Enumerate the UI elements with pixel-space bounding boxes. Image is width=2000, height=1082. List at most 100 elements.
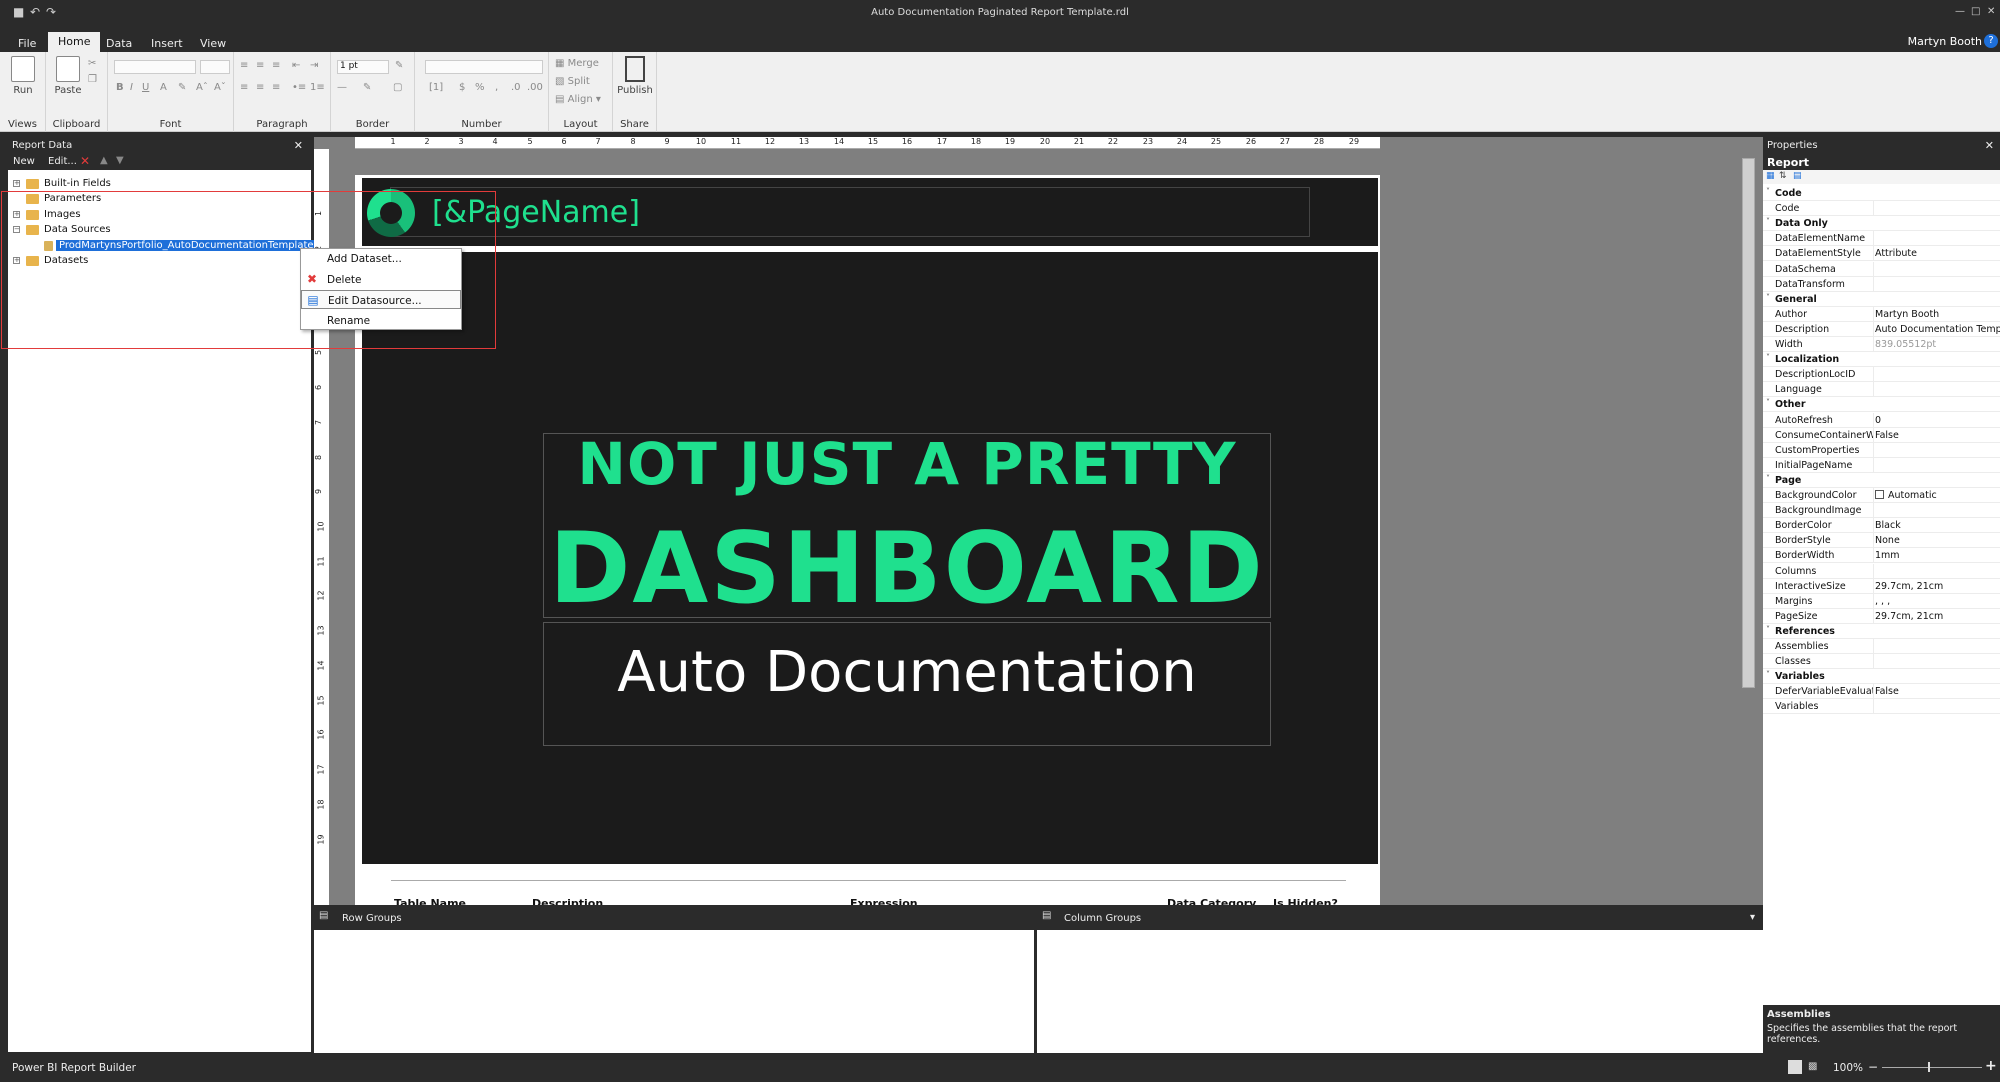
- percent-icon[interactable]: %: [475, 82, 485, 93]
- border-size-select[interactable]: 1 pt: [337, 60, 389, 74]
- tree-item-built-in-fields[interactable]: + Built-in Fields: [8, 177, 311, 192]
- property-row[interactable]: Code: [1763, 201, 2000, 217]
- property-row[interactable]: DataTransform: [1763, 276, 2000, 292]
- page-view-icon[interactable]: ▩: [1808, 1061, 1817, 1072]
- outdent-icon[interactable]: ⇥: [310, 60, 318, 71]
- paste-button[interactable]: Paste: [50, 56, 86, 96]
- zoom-slider-thumb[interactable]: [1928, 1062, 1930, 1072]
- collapse-icon[interactable]: ˅: [1766, 474, 1770, 483]
- property-row[interactable]: Description Auto Documentation Templa: [1763, 321, 2000, 337]
- highlight-icon[interactable]: ✎: [178, 82, 186, 93]
- property-value[interactable]: Attribute: [1875, 248, 2000, 259]
- collapse-icon[interactable]: ˅: [1766, 187, 1770, 196]
- edit-button[interactable]: Edit...: [48, 156, 77, 167]
- alphabetical-icon[interactable]: ⇅: [1779, 171, 1787, 181]
- property-value[interactable]: None: [1875, 535, 2000, 546]
- property-category[interactable]: ˅ Data Only: [1763, 216, 2000, 232]
- placeholder-icon[interactable]: [1]: [429, 82, 443, 93]
- collapse-icon[interactable]: ˅: [1766, 670, 1770, 679]
- currency-icon[interactable]: $: [459, 82, 465, 93]
- property-value[interactable]: Black: [1875, 520, 2000, 531]
- bold-icon[interactable]: B: [116, 82, 124, 93]
- number-format-select[interactable]: [425, 60, 543, 74]
- property-row[interactable]: Author Martyn Booth: [1763, 306, 2000, 322]
- property-row[interactable]: Columns: [1763, 563, 2000, 579]
- zoom-in-icon[interactable]: +: [1985, 1058, 1997, 1074]
- property-row[interactable]: Assemblies: [1763, 639, 2000, 654]
- grow-font-icon[interactable]: Aˆ: [196, 82, 208, 93]
- property-row[interactable]: DescriptionLocID: [1763, 367, 2000, 383]
- property-value[interactable]: Auto Documentation Templa: [1875, 324, 2000, 335]
- canvas-scrollbar[interactable]: [1742, 158, 1755, 688]
- property-value[interactable]: 0: [1875, 415, 2000, 426]
- zoom-slider[interactable]: [1882, 1067, 1982, 1068]
- run-button[interactable]: Run: [5, 56, 41, 96]
- font-family-select[interactable]: [114, 60, 196, 74]
- close-properties-icon[interactable]: ✕: [1985, 139, 1994, 152]
- categorized-icon[interactable]: ▦: [1766, 171, 1775, 181]
- split-button[interactable]: ▧ Split: [555, 76, 590, 87]
- bullets-icon[interactable]: •≡: [292, 82, 306, 93]
- property-value[interactable]: 839.05512pt: [1875, 339, 2000, 350]
- property-row[interactable]: BorderColor Black: [1763, 518, 2000, 534]
- property-row[interactable]: PageSize 29.7cm, 21cm: [1763, 608, 2000, 624]
- property-row[interactable]: ConsumeContainerW False: [1763, 427, 2000, 443]
- property-category[interactable]: ˅ References: [1763, 623, 2000, 639]
- chevron-down-icon[interactable]: ▾: [1750, 912, 1755, 923]
- property-value[interactable]: 1mm: [1875, 550, 2000, 561]
- property-row[interactable]: Margins , , ,: [1763, 593, 2000, 609]
- copy-icon[interactable]: ❐: [88, 74, 97, 85]
- property-category[interactable]: ˅ Code: [1763, 186, 2000, 201]
- underline-icon[interactable]: U: [142, 82, 149, 93]
- property-value[interactable]: False: [1875, 686, 2000, 697]
- expand-icon[interactable]: +: [13, 180, 20, 187]
- align-button[interactable]: ▤ Align ▾: [555, 94, 601, 105]
- property-row[interactable]: CustomProperties: [1763, 442, 2000, 458]
- property-row[interactable]: AutoRefresh 0: [1763, 412, 2000, 428]
- align-left-icon[interactable]: ≡: [240, 60, 248, 71]
- property-category[interactable]: ˅ Other: [1763, 397, 2000, 413]
- property-row[interactable]: BorderWidth 1mm: [1763, 548, 2000, 564]
- property-value[interactable]: Automatic: [1875, 490, 2000, 501]
- collapse-icon[interactable]: ˅: [1766, 353, 1770, 362]
- italic-icon[interactable]: I: [130, 82, 133, 93]
- collapse-icon[interactable]: ˅: [1766, 293, 1770, 302]
- property-row[interactable]: DeferVariableEvaluati False: [1763, 684, 2000, 700]
- collapse-icon[interactable]: ˅: [1766, 398, 1770, 407]
- maximize-icon[interactable]: □: [1971, 6, 1980, 17]
- property-value[interactable]: , , ,: [1875, 596, 2000, 607]
- property-row[interactable]: InteractiveSize 29.7cm, 21cm: [1763, 578, 2000, 594]
- property-value[interactable]: 29.7cm, 21cm: [1875, 581, 2000, 592]
- property-row[interactable]: BackgroundColor Automatic: [1763, 488, 2000, 503]
- move-up-icon[interactable]: ▲: [100, 155, 108, 166]
- property-row[interactable]: DataElementName: [1763, 231, 2000, 247]
- border-pen-icon[interactable]: ✎: [363, 82, 371, 93]
- property-row[interactable]: DataSchema: [1763, 261, 2000, 277]
- font-color-icon[interactable]: A: [160, 82, 167, 93]
- design-view-icon[interactable]: [1788, 1060, 1802, 1074]
- property-row[interactable]: Width 839.05512pt: [1763, 337, 2000, 352]
- tab-file[interactable]: File: [8, 34, 46, 52]
- indent-icon[interactable]: ⇤: [292, 60, 300, 71]
- tab-home[interactable]: Home: [48, 32, 101, 52]
- align-right-icon[interactable]: ≡: [272, 60, 280, 71]
- property-value[interactable]: Martyn Booth: [1875, 309, 2000, 320]
- help-icon[interactable]: ?: [1984, 34, 1998, 48]
- property-category[interactable]: ˅ Page: [1763, 472, 2000, 488]
- tab-insert[interactable]: Insert: [141, 34, 193, 52]
- property-category[interactable]: ˅ Variables: [1763, 669, 2000, 685]
- merge-button[interactable]: ▦ Merge: [555, 58, 599, 69]
- comma-icon[interactable]: ,: [495, 82, 498, 93]
- top-align-icon[interactable]: ≡: [256, 82, 264, 93]
- property-pages-icon[interactable]: ▤: [1793, 171, 1802, 181]
- borders-icon[interactable]: ▢: [393, 82, 402, 93]
- align-center-icon[interactable]: ≡: [256, 60, 264, 71]
- close-panel-icon[interactable]: ✕: [294, 139, 303, 152]
- decrease-decimal-icon[interactable]: .00: [527, 82, 543, 93]
- cut-icon[interactable]: ✂: [88, 58, 96, 69]
- property-category[interactable]: ˅ Localization: [1763, 352, 2000, 368]
- justify-icon[interactable]: ≡: [240, 82, 248, 93]
- close-icon[interactable]: ✕: [1987, 6, 1995, 17]
- numbering-icon[interactable]: 1≡: [310, 82, 325, 93]
- border-style-icon[interactable]: —: [337, 82, 347, 93]
